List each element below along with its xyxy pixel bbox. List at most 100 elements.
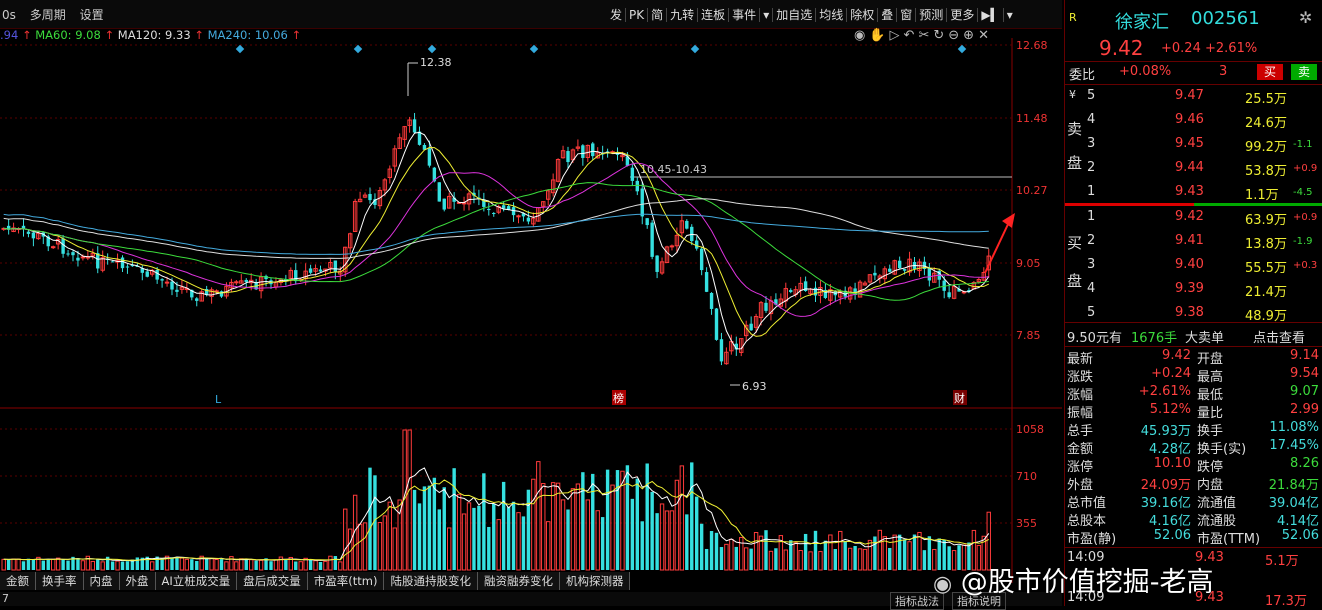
settings-gear-icon[interactable]: ✲ <box>1299 8 1312 27</box>
sell-button[interactable]: 卖 <box>1291 64 1317 80</box>
toolbar-btn-jian[interactable]: 简 <box>648 8 668 22</box>
toolbar-btn-overlay[interactable]: 叠 <box>878 8 898 22</box>
level: 3 <box>1087 136 1096 151</box>
indicator-tab[interactable]: 金额 <box>0 572 36 590</box>
volume-bar <box>615 470 620 570</box>
volume-bar <box>645 463 649 570</box>
indicator-tab[interactable]: 机构探测器 <box>559 572 631 590</box>
weibi-value: +0.08% <box>1119 64 1172 79</box>
order-change: +0.9 <box>1293 212 1318 223</box>
toolbar-right: 发 PK 简九转 连板 事件 ▾ 加自选 均线 除权叠窗预测 更多 ▶▍ ▾ <box>607 6 1016 23</box>
big-order-view-link[interactable]: 点击查看 <box>1253 327 1305 346</box>
order-volume: 13.8万 <box>1245 237 1287 252</box>
indicator-tab[interactable]: 市盈率(ttm) <box>307 572 385 590</box>
candle-body <box>417 131 422 145</box>
volume-tick-label: 710 <box>1016 470 1037 483</box>
volume-bar <box>828 534 833 571</box>
price-tick-label: 10.27 <box>1016 184 1048 197</box>
volume-bar <box>90 560 95 571</box>
volume-bar <box>333 556 338 570</box>
volume-bar <box>793 542 798 571</box>
volume-bar <box>724 543 729 571</box>
volume-bar <box>625 465 630 570</box>
volume-bar <box>664 510 670 571</box>
buy-button[interactable]: 买 <box>1257 64 1283 80</box>
volume-bar <box>234 561 239 571</box>
toolbar-btn-pk[interactable]: PK <box>626 8 649 22</box>
stat-value: 4.14亿 <box>1277 514 1319 529</box>
ask-row[interactable]: 4 9.46 24.6万 <box>1065 112 1322 131</box>
volume-bar <box>749 548 753 570</box>
period-button[interactable]: 0s <box>0 8 18 22</box>
ask-row[interactable]: 1 9.43 1.1万 -4.5 <box>1065 184 1322 203</box>
toolbar-btn-ma[interactable]: 均线 <box>816 8 848 22</box>
stat-label: 总手 <box>1067 424 1094 439</box>
indicator-tab[interactable]: 内盘 <box>83 572 120 590</box>
indicator-tab[interactable]: 融资融券变化 <box>477 572 560 590</box>
volume-bar <box>209 557 214 571</box>
volume-bar <box>764 530 768 570</box>
candle-body <box>764 302 768 311</box>
candle-body <box>145 271 149 277</box>
volume-bar <box>922 550 927 570</box>
toolbar-dropdown-icon[interactable]: ▾ <box>1004 8 1016 22</box>
level: 5 <box>1087 305 1096 320</box>
toolbar-btn-lianban[interactable]: 连板 <box>698 8 730 22</box>
stat-row: 总手 45.93万 换手 11.08% <box>1065 420 1322 439</box>
volume-bar <box>541 483 546 571</box>
candle-body <box>516 215 521 218</box>
toolbar-btn-jiuzhuan[interactable]: 九转 <box>667 8 699 22</box>
volume-bar <box>125 561 130 570</box>
toolbar-btn-predict[interactable]: 预测 <box>916 8 948 22</box>
stat-label: 总股本 <box>1067 514 1107 529</box>
expand-panel-icon[interactable]: ▶▍ <box>978 8 1004 22</box>
volume-bar <box>377 522 383 571</box>
volume-bar <box>536 461 541 571</box>
volume-bar <box>204 558 209 570</box>
volume-bar <box>659 503 665 571</box>
volume-bar <box>66 560 70 570</box>
multi-period-button[interactable]: 多周期 <box>28 8 68 22</box>
stat-label: 开盘 <box>1197 352 1224 367</box>
weibi-count: 3 <box>1219 64 1228 79</box>
ask-row[interactable]: 2 9.44 53.8万 +0.9 <box>1065 160 1322 179</box>
bid-row[interactable]: 2 9.41 13.8万 -1.9 <box>1065 233 1322 252</box>
settings-button[interactable]: 设置 <box>78 8 106 22</box>
bid-row[interactable]: 1 9.42 63.9万 +0.9 <box>1065 209 1322 228</box>
toolbar-btn-add-watchlist[interactable]: 加自选 <box>773 8 817 22</box>
candle-body <box>719 339 724 362</box>
indicator-tab[interactable]: 外盘 <box>119 572 156 590</box>
stat-value: 39.16亿 <box>1140 496 1191 511</box>
kline-chart[interactable]: 12.68 11.48 10.27 9.05 7.85 1058 710 355 10.45-1… <box>0 38 1062 583</box>
volume-bar <box>650 491 654 570</box>
stat-value: 9.07 <box>1290 384 1319 399</box>
indicator-tab[interactable]: 盘后成交量 <box>237 572 308 590</box>
order-price: 9.43 <box>1175 184 1204 199</box>
volume-bar <box>254 560 258 570</box>
candle-body <box>709 292 714 309</box>
indicator-tab[interactable]: AI立桩成交量 <box>155 572 238 590</box>
toolbar-btn-events[interactable]: 事件 <box>729 8 761 22</box>
volume-bar <box>328 555 333 571</box>
toolbar-btn-fa[interactable]: 发 <box>607 8 627 22</box>
indicator-tab[interactable]: 换手率 <box>36 572 84 590</box>
volume-bar <box>51 558 56 571</box>
ask-row[interactable]: 3 9.45 99.2万 -1.1 <box>1065 136 1322 155</box>
bid-row[interactable]: 4 9.39 21.4万 <box>1065 281 1322 300</box>
candle-body <box>31 232 36 239</box>
level: 1 <box>1087 184 1096 199</box>
quote-panel: R 徐家汇 002561 ✲ 9.42 +0.24 +2.61% 委比 +0.0… <box>1064 0 1322 609</box>
ask-row[interactable]: 5 9.47 25.5万 <box>1065 88 1322 107</box>
dropdown-arrow-icon[interactable]: ▾ <box>760 8 774 22</box>
toolbar-btn-more[interactable]: 更多 <box>947 8 979 22</box>
volume-bar <box>96 559 100 570</box>
toolbar-btn-exright[interactable]: 除权 <box>847 8 879 22</box>
volume-bar <box>560 499 566 571</box>
bid-row[interactable]: 5 9.38 48.9万 <box>1065 305 1322 324</box>
stat-row: 最新 9.42 开盘 9.14 <box>1065 348 1322 367</box>
toolbar-btn-window[interactable]: 窗 <box>897 8 917 22</box>
volume-bar <box>41 560 45 570</box>
indicator-tab[interactable]: 陆股通持股变化 <box>384 572 478 590</box>
volume-bar <box>442 487 446 570</box>
bid-row[interactable]: 3 9.40 55.5万 +0.3 <box>1065 257 1322 276</box>
